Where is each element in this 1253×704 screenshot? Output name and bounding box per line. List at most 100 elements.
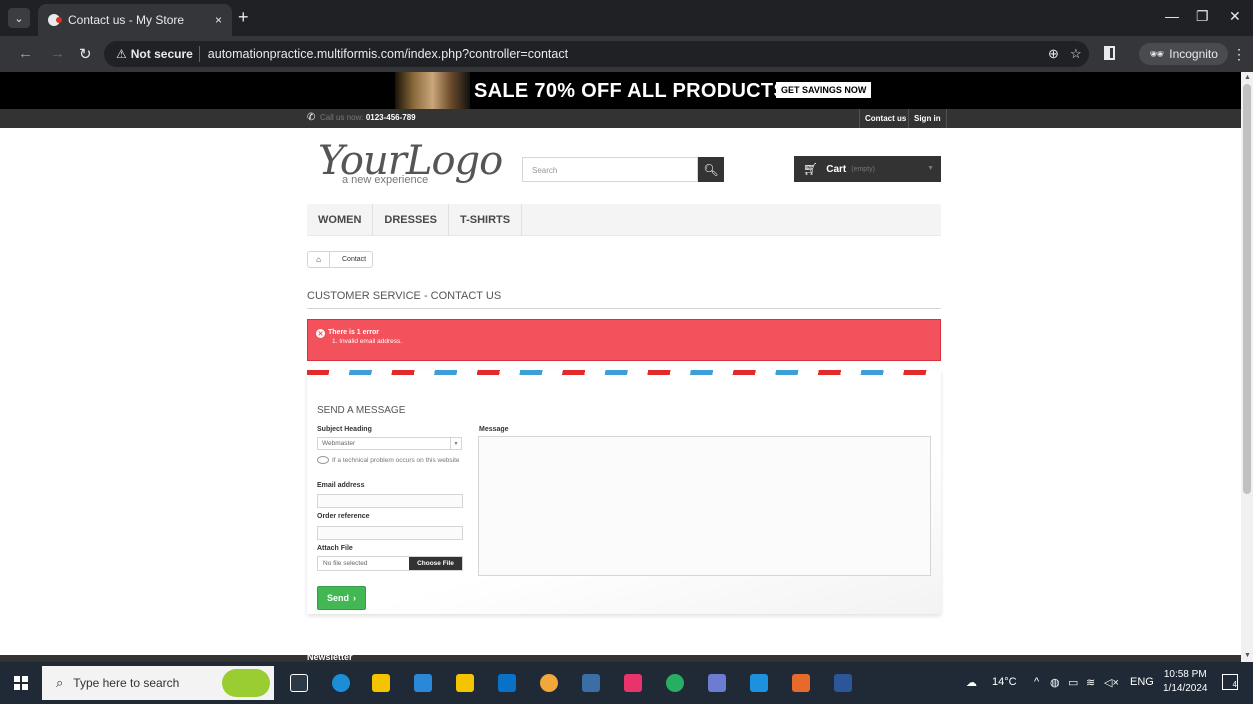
- back-arrow-icon[interactable]: ←: [18, 45, 33, 62]
- get-savings-button[interactable]: GET SAVINGS NOW: [776, 82, 872, 98]
- choose-file-button[interactable]: Choose File: [409, 557, 462, 570]
- zoom-icon[interactable]: ⊕: [1048, 41, 1059, 67]
- page-scrollbar[interactable]: ▲ ▼: [1241, 72, 1253, 662]
- order-reference-label: Order reference: [317, 513, 370, 520]
- vscode-icon[interactable]: [750, 674, 768, 692]
- bookmark-star-icon[interactable]: ☆: [1070, 41, 1082, 67]
- speech-bubble-icon: [317, 456, 329, 465]
- error-title: There is 1 error: [328, 329, 379, 336]
- side-panel-icon[interactable]: [1104, 46, 1115, 60]
- page-title: CUSTOMER SERVICE - CONTACT US: [307, 290, 502, 302]
- language-indicator[interactable]: ENG: [1130, 676, 1154, 688]
- new-tab-button[interactable]: +: [238, 8, 249, 26]
- message-label: Message: [479, 426, 509, 433]
- people-icon[interactable]: [708, 674, 726, 692]
- maximize-icon[interactable]: ❐: [1196, 8, 1209, 25]
- page-viewport: SALE 70% OFF ALL PRODUCTS GET SAVINGS NO…: [0, 72, 1241, 662]
- edge-icon[interactable]: [332, 674, 350, 692]
- tab-close-icon[interactable]: ×: [215, 13, 222, 27]
- phone-icon: ✆: [307, 112, 316, 123]
- notification-count: 4: [1232, 680, 1237, 689]
- email-field[interactable]: [317, 494, 463, 508]
- search-button[interactable]: 🔍︎: [698, 157, 724, 182]
- menu-item-t-shirts[interactable]: T-SHIRTS: [449, 204, 523, 236]
- incognito-indicator[interactable]: 🕶 Incognito: [1139, 43, 1228, 65]
- home-icon[interactable]: ⌂: [308, 252, 330, 267]
- menu-item-women[interactable]: WOMEN: [307, 204, 374, 236]
- scroll-down-icon[interactable]: ▼: [1244, 652, 1251, 659]
- chevron-down-icon: ▼: [450, 438, 461, 449]
- file-input[interactable]: No file selected Choose File: [317, 556, 463, 571]
- word-icon[interactable]: [834, 674, 852, 692]
- scrollbar-thumb[interactable]: [1243, 84, 1251, 494]
- error-item: 1. Invalid email address.: [332, 338, 403, 345]
- cart-label: Cart: [826, 163, 847, 175]
- contact-us-link[interactable]: Contact us: [859, 109, 911, 128]
- wifi-icon[interactable]: ≋: [1086, 676, 1095, 689]
- tab-contact-us[interactable]: Contact us - My Store ×: [38, 4, 232, 36]
- not-secure-label[interactable]: Not secure: [131, 47, 193, 61]
- minimize-icon[interactable]: —: [1165, 8, 1179, 24]
- heading-divider: [307, 308, 941, 309]
- send-button[interactable]: Send ›: [317, 586, 366, 610]
- store-favicon-icon: [48, 14, 62, 26]
- weather-icon[interactable]: ☁: [966, 676, 977, 689]
- system-clock[interactable]: 10:58 PM 1/14/2024: [1163, 668, 1208, 696]
- sticky-notes-icon[interactable]: [456, 674, 474, 692]
- menu-item-dresses[interactable]: DRESSES: [373, 204, 449, 236]
- breadcrumb-current: Contact: [342, 256, 367, 263]
- chevron-right-icon: ›: [353, 593, 356, 603]
- subject-heading-label: Subject Heading: [317, 426, 372, 433]
- battery-icon[interactable]: ▭: [1068, 676, 1078, 689]
- logo-tagline: a new experience: [342, 174, 429, 186]
- chrome-icon[interactable]: [540, 674, 558, 692]
- subject-heading-select[interactable]: Webmaster ▼: [317, 437, 462, 450]
- tennis-icon[interactable]: [222, 669, 270, 697]
- chevron-down-icon: ▼: [927, 165, 934, 172]
- footer: Newsletter: [0, 653, 1241, 662]
- search-input[interactable]: Search: [522, 157, 698, 182]
- scroll-up-icon[interactable]: ▲: [1244, 74, 1251, 81]
- notification-center-icon[interactable]: 4: [1222, 674, 1238, 690]
- taskbar-search-placeholder: Type here to search: [73, 676, 180, 690]
- address-divider: [198, 46, 200, 62]
- browser-tab-bar: ⌄ Contact us - My Store × + — ❐ ✕: [0, 0, 1253, 36]
- envelope-stripes: [307, 370, 941, 375]
- tab-search-button[interactable]: ⌄: [8, 8, 30, 28]
- clock-date: 1/14/2024: [1163, 683, 1208, 694]
- message-textarea[interactable]: [478, 436, 931, 576]
- windows-start-icon[interactable]: [14, 676, 28, 690]
- weather-temp[interactable]: 14°C: [992, 676, 1017, 688]
- browser-menu-icon[interactable]: ⋮: [1232, 46, 1246, 63]
- git-icon[interactable]: [792, 674, 810, 692]
- sale-banner[interactable]: SALE 70% OFF ALL PRODUCTS GET SAVINGS NO…: [0, 72, 1241, 109]
- main-menu: WOMEN DRESSES T-SHIRTS: [307, 204, 941, 236]
- intellij-icon[interactable]: [624, 674, 642, 692]
- order-reference-field[interactable]: [317, 526, 463, 540]
- url-text[interactable]: automationpractice.multiformis.com/index…: [208, 47, 568, 61]
- store-icon[interactable]: [414, 674, 432, 692]
- task-view-icon[interactable]: [290, 674, 308, 692]
- volume-icon[interactable]: ◁×: [1104, 676, 1119, 689]
- windows-taskbar: ⌕ Type here to search ☁ 14°C ^ ◍ ▭ ≋ ◁× …: [0, 662, 1253, 704]
- sign-in-link[interactable]: Sign in: [908, 109, 947, 128]
- teams-icon[interactable]: [666, 674, 684, 692]
- calculator-icon[interactable]: [582, 674, 600, 692]
- window-close-icon[interactable]: ✕: [1229, 8, 1241, 25]
- cart-dropdown[interactable]: 🛒︎ Cart (empty) ▼: [794, 156, 941, 182]
- search-icon: ⌕: [56, 675, 64, 690]
- reload-icon[interactable]: ↻: [79, 45, 92, 63]
- incognito-icon: 🕶: [1149, 47, 1165, 61]
- cart-icon: 🛒︎: [803, 162, 819, 176]
- network-icon[interactable]: ◍: [1050, 676, 1060, 689]
- error-icon: ✕: [316, 329, 325, 338]
- form-sheet: SEND A MESSAGE Subject Heading Webmaster…: [307, 380, 941, 614]
- file-explorer-icon[interactable]: [372, 674, 390, 692]
- outlook-icon[interactable]: [498, 674, 516, 692]
- phone-number: 0123-456-789: [365, 113, 416, 122]
- clock-time: 10:58 PM: [1163, 669, 1207, 680]
- forward-arrow-icon[interactable]: →: [50, 45, 65, 62]
- tray-chevron-up-icon[interactable]: ^: [1034, 676, 1039, 688]
- address-bar[interactable]: ⚠ Not secure automationpractice.multifor…: [104, 41, 1089, 67]
- cart-status: (empty): [851, 165, 875, 173]
